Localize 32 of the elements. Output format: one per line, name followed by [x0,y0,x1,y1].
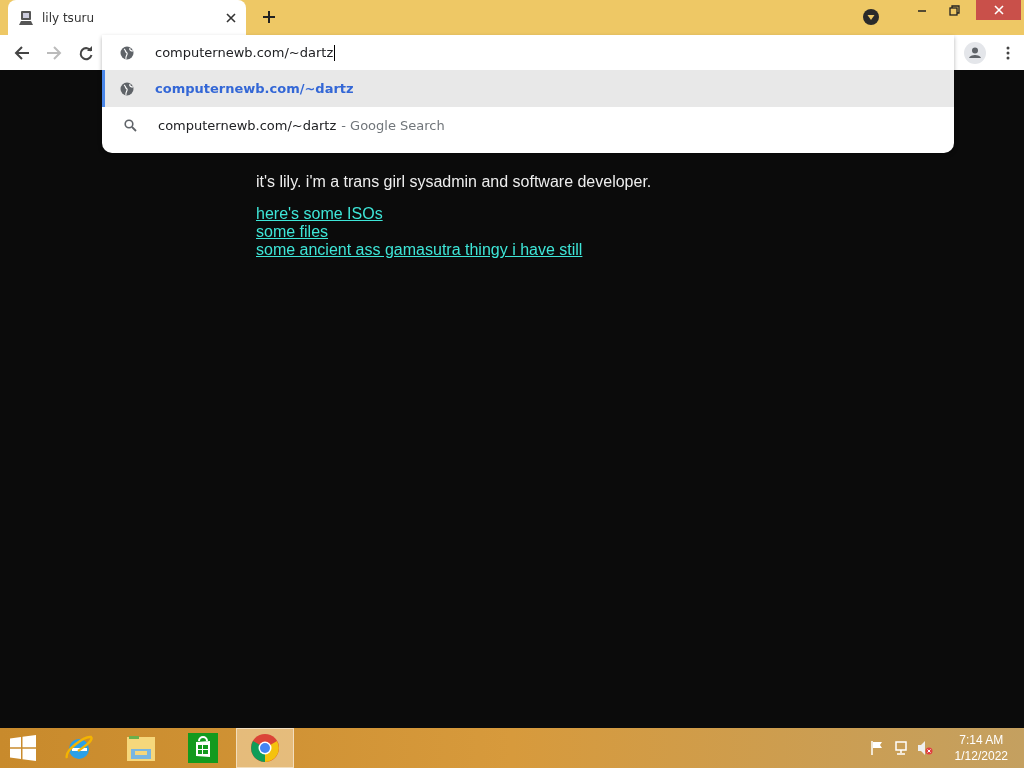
page-link[interactable]: here's some ISOs [256,205,383,223]
taskbar-app[interactable] [236,728,294,768]
chrome-icon [250,733,280,763]
computer-icon [18,9,34,26]
globe-icon [120,81,134,96]
globe-icon [120,45,134,60]
intro-text: it's lily. i'm a trans girl sysadmin and software developer. [256,173,653,191]
reload-icon[interactable] [78,44,94,61]
new-tab-icon[interactable] [262,10,276,24]
store-icon [188,733,218,763]
search-icon [124,119,137,132]
address-field[interactable]: computernewb.com/~dartz [155,44,336,61]
close-icon [993,5,1004,15]
page-link[interactable]: some ancient ass gamasutra thingy i have still [256,241,583,259]
close-button[interactable] [976,0,1021,20]
restore-icon[interactable] [949,5,960,16]
muted-speaker-icon[interactable] [916,740,933,756]
forward-icon[interactable] [46,44,62,61]
folder-icon [125,733,157,763]
browser-tab[interactable]: lily tsuru [8,0,246,35]
dropdown-icon[interactable] [863,9,879,25]
suggestion-item[interactable]: computernewb.com/~dartz - Google Search [102,107,954,144]
windows-start-icon[interactable] [10,735,36,761]
page-link[interactable]: some files [256,223,329,241]
menu-icon[interactable] [1006,45,1010,60]
back-icon[interactable] [14,44,30,61]
suggestion-item[interactable]: computernewb.com/~dartz [102,70,954,107]
close-icon[interactable] [226,12,236,23]
flag-icon[interactable] [868,740,885,756]
network-icon[interactable] [892,740,909,756]
profile-icon[interactable] [964,41,986,64]
tab-title: lily tsuru [42,10,96,25]
